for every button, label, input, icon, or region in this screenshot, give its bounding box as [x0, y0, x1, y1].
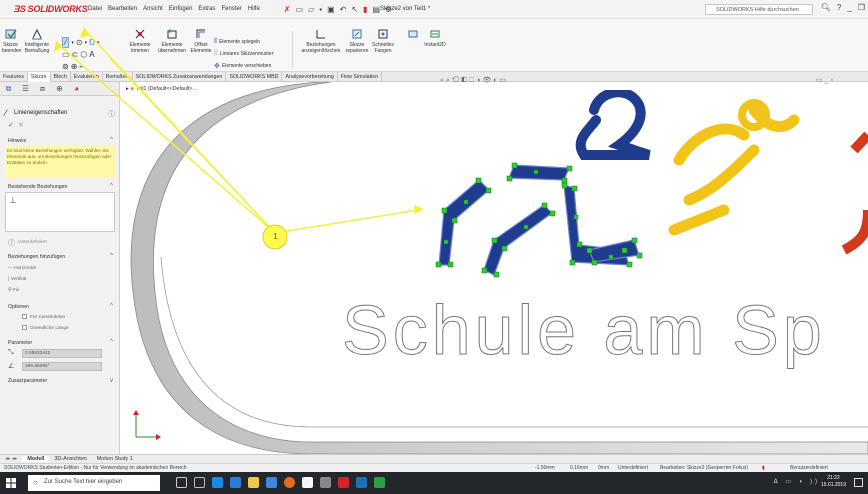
clock-date: 15.01.2019: [820, 482, 846, 488]
model-tabs: ◂▸ ◂▸ Modell 3D-Ansichten Motion Study 1: [0, 454, 868, 463]
callout-number: 1: [273, 232, 278, 241]
clock-time: 21:22: [827, 475, 840, 481]
search-icon: ○: [33, 478, 38, 487]
app-icon[interactable]: [374, 477, 385, 488]
rebuild-status-icon: ▮: [762, 465, 765, 471]
coord-z: 0mm: [598, 465, 610, 471]
home-icon[interactable]: [302, 477, 313, 488]
windows-taskbar: ○ Zur Suche Text hier eingeben ᐃ ▭ ◖ )) 2…: [0, 472, 868, 494]
firefox-icon[interactable]: [284, 477, 295, 488]
tab-motion-study[interactable]: Motion Study 1: [92, 456, 138, 462]
edge-icon[interactable]: [212, 477, 223, 488]
network-icon[interactable]: [320, 477, 331, 488]
windows-start-icon[interactable]: [6, 478, 16, 488]
sketch-status: Unterdefiniert: [618, 465, 649, 471]
tab-nav-arrows-icon[interactable]: ◂▸ ◂▸: [0, 456, 22, 462]
notifications-icon[interactable]: [854, 478, 863, 487]
solidworks-taskbar-icon[interactable]: [338, 477, 349, 488]
file-explorer-icon[interactable]: [248, 477, 259, 488]
tab-3d-views[interactable]: 3D-Ansichten: [49, 456, 91, 462]
mic-icon[interactable]: [176, 477, 187, 488]
app-icon[interactable]: [356, 477, 367, 488]
store-icon[interactable]: [266, 477, 277, 488]
taskbar-clock[interactable]: 21:22 15.01.2019: [821, 475, 846, 489]
coord-x: -1.50mm: [535, 465, 555, 471]
status-bar: SOLIDWORKS Studenten-Edition - Nur für V…: [0, 463, 868, 472]
coord-y: 0.16mm: [570, 465, 589, 471]
ie-icon[interactable]: [230, 477, 241, 488]
task-view-icon[interactable]: [194, 477, 205, 488]
callout-annotation: [54, 27, 424, 250]
editing-status: Bearbeiten: Skizze2 (Gesperrter Fokus): [660, 465, 749, 471]
tab-model[interactable]: Modell: [22, 456, 50, 462]
units-selector[interactable]: Benutzerdefiniert: [790, 465, 828, 471]
taskbar-search-input[interactable]: ○ Zur Suche Text hier eingeben: [28, 475, 160, 491]
edition-notice: SOLIDWORKS Studenten-Edition - Nur für V…: [4, 465, 187, 471]
system-tray[interactable]: ᐃ ▭ ◖ )): [774, 478, 820, 485]
